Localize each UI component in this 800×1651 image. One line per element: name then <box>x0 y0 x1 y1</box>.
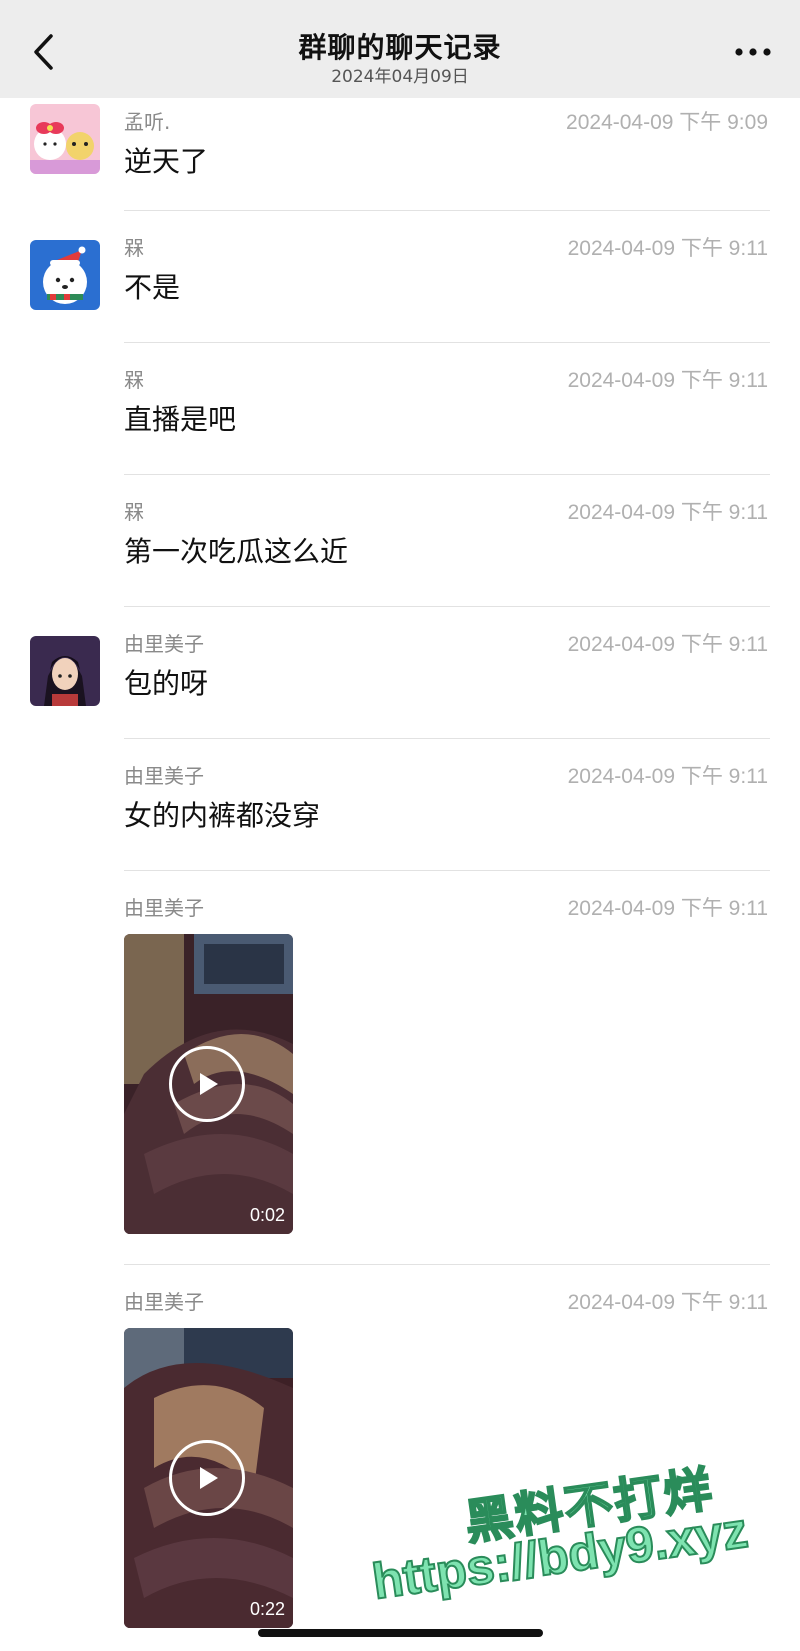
message-time: 2024-04-09 下午 9:11 <box>567 897 768 920</box>
divider <box>124 342 770 343</box>
divider <box>124 606 770 607</box>
page-date: 2024年04月09日 <box>331 67 469 87</box>
video-duration: 0:02 <box>249 1205 285 1225</box>
message-time: 2024-04-09 下午 9:11 <box>567 369 768 392</box>
home-indicator <box>258 1629 543 1637</box>
hello-kitty-avatar-icon <box>30 104 100 174</box>
divider <box>124 870 770 871</box>
message-text[interactable]: 包的呀 <box>124 662 208 702</box>
divider <box>124 210 770 211</box>
avatar[interactable] <box>30 104 100 174</box>
watermark: 黑料不打烊 https://bdy9.xyz <box>360 1429 800 1639</box>
sender-name: 槑 <box>124 368 144 392</box>
play-icon <box>200 1073 218 1095</box>
divider <box>124 474 770 475</box>
sender-name: 孟听. <box>124 110 171 134</box>
more-dots-icon <box>735 48 771 56</box>
sender-name: 由里美子 <box>124 632 204 656</box>
page-title: 群聊的聊天记录 <box>298 31 502 64</box>
message-time: 2024-04-09 下午 9:11 <box>567 1291 768 1314</box>
sender-name: 槑 <box>124 500 144 524</box>
anime-girl-avatar-icon <box>30 636 100 706</box>
nav-bar: 群聊的聊天记录 2024年04月09日 <box>0 0 800 98</box>
message-time: 2024-04-09 下午 9:11 <box>567 765 768 788</box>
play-icon <box>200 1467 218 1489</box>
message-time: 2024-04-09 下午 9:11 <box>567 633 768 656</box>
sender-name: 由里美子 <box>124 1290 204 1314</box>
white-dog-santa-avatar-icon <box>30 240 100 310</box>
message-text[interactable]: 不是 <box>124 266 180 306</box>
play-button[interactable] <box>169 1046 245 1122</box>
avatar[interactable] <box>30 240 100 310</box>
video-duration: 0:22 <box>249 1599 285 1619</box>
sender-name: 由里美子 <box>124 764 204 788</box>
message-text[interactable]: 第一次吃瓜这么近 <box>124 530 348 570</box>
message-time: 2024-04-09 下午 9:11 <box>567 237 768 260</box>
play-button[interactable] <box>169 1440 245 1516</box>
video-thumbnail[interactable]: 0:22 <box>124 1328 293 1628</box>
avatar[interactable] <box>30 636 100 706</box>
message-text[interactable]: 逆天了 <box>124 140 208 180</box>
message-text[interactable]: 女的内裤都没穿 <box>124 794 320 834</box>
sender-name: 槑 <box>124 236 144 260</box>
message-text[interactable]: 直播是吧 <box>124 398 236 438</box>
message-time: 2024-04-09 下午 9:09 <box>566 111 768 134</box>
message-time: 2024-04-09 下午 9:11 <box>567 501 768 524</box>
divider <box>124 1264 770 1265</box>
video-thumbnail[interactable]: 0:02 <box>124 934 293 1234</box>
more-button[interactable] <box>728 34 778 70</box>
divider <box>124 738 770 739</box>
sender-name: 由里美子 <box>124 896 204 920</box>
